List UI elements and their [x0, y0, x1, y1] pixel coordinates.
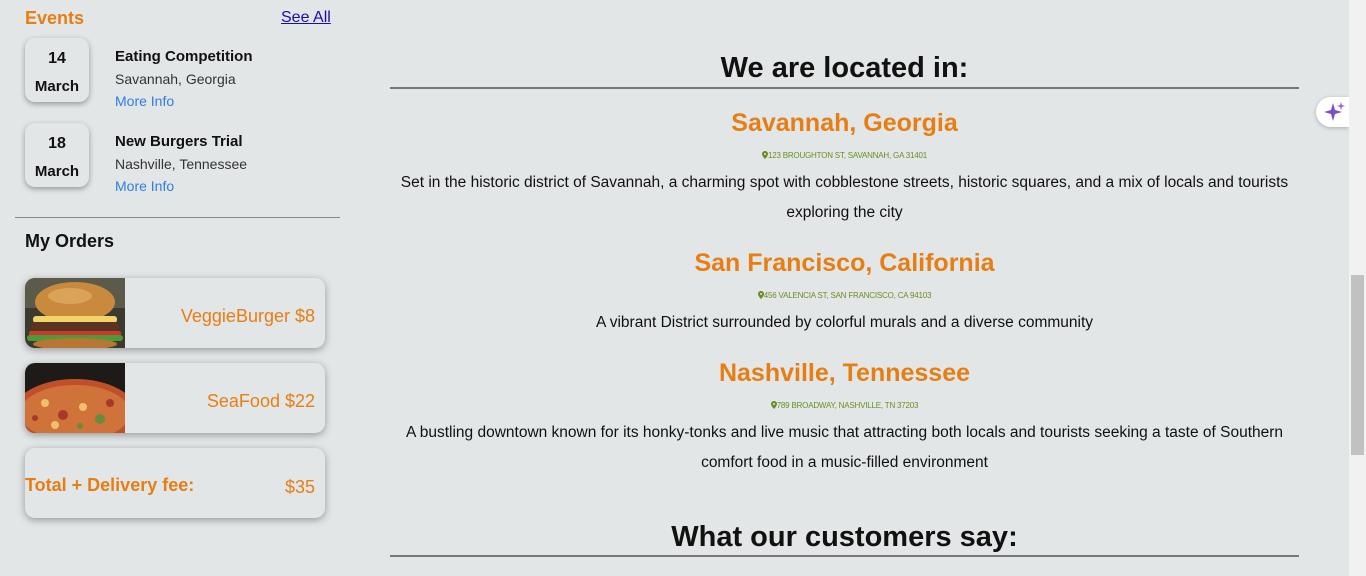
- total-value: $35: [284, 477, 315, 497]
- testimonials-heading: What our customers say:: [671, 521, 1018, 553]
- event-day: 14: [48, 50, 66, 67]
- location-address: 123 BROUGHTON ST, SAVANNAH, GA 31401: [390, 151, 1299, 160]
- heading-rule: [390, 555, 1299, 557]
- main-content: We are located in: Savannah, Georgia 123…: [390, 0, 1299, 576]
- scrollbar-thumb[interactable]: [1351, 275, 1364, 455]
- order-total-card: Total + Delivery fee: $35: [25, 448, 325, 518]
- event-date-box: 18 March: [25, 123, 89, 187]
- event-item: 14 March Eating Competition Savannah, Ge…: [25, 38, 345, 109]
- event-more-info-link[interactable]: More Info: [115, 93, 174, 109]
- location-name: Savannah, Georgia: [731, 109, 958, 137]
- location-description: A vibrant District surrounded by colorfu…: [595, 314, 1094, 331]
- order-label: SeaFood $22: [206, 391, 315, 411]
- see-all-link[interactable]: See All: [281, 9, 331, 27]
- locations-heading: We are located in:: [720, 52, 969, 84]
- event-more-info-link[interactable]: More Info: [115, 178, 174, 194]
- order-card[interactable]: SeaFood $22: [25, 363, 325, 433]
- assistant-button[interactable]: [1316, 97, 1349, 127]
- heading-rule: [390, 87, 1299, 89]
- sidebar-divider: [15, 217, 340, 218]
- location-address-text: 456 VALENCIA ST, SAN FRANCISCO, CA 94103: [763, 291, 932, 300]
- location-name: San Francisco, California: [694, 249, 995, 277]
- burger-photo: [25, 278, 125, 348]
- order-card[interactable]: VeggieBurger $8: [25, 278, 325, 348]
- location-address-text: 789 BROADWAY, NASHVILLE, TN 37203: [776, 401, 919, 410]
- event-name: New Burgers Trial: [115, 133, 243, 150]
- location-address-text: 123 BROUGHTON ST, SAVANNAH, GA 31401: [767, 151, 928, 160]
- event-date-box: 14 March: [25, 38, 89, 102]
- sidebar: Events See All 14 March Eating Competiti…: [0, 0, 345, 576]
- location-name: Nashville, Tennessee: [718, 359, 971, 387]
- seafood-pizza-photo: [25, 363, 125, 433]
- order-label: VeggieBurger $8: [180, 306, 315, 326]
- orders-title: My Orders: [25, 231, 115, 251]
- event-place: Savannah, Georgia: [115, 71, 236, 87]
- sparkle-icon: [1324, 102, 1345, 121]
- location-description: A bustling downtown known for its honky-…: [405, 424, 1284, 471]
- event-month: March: [34, 163, 80, 180]
- event-place: Nashville, Tennessee: [115, 156, 248, 172]
- event-item: 18 March New Burgers Trial Nashville, Te…: [25, 123, 345, 194]
- location-address: 456 VALENCIA ST, SAN FRANCISCO, CA 94103: [390, 291, 1299, 300]
- location-description: Set in the historic district of Savannah…: [400, 174, 1289, 221]
- event-day: 18: [48, 135, 66, 152]
- location-address: 789 BROADWAY, NASHVILLE, TN 37203: [390, 401, 1299, 410]
- event-name: Eating Competition: [115, 48, 253, 65]
- events-title: Events: [25, 8, 85, 28]
- event-month: March: [34, 78, 80, 95]
- total-label: Total + Delivery fee:: [25, 475, 195, 495]
